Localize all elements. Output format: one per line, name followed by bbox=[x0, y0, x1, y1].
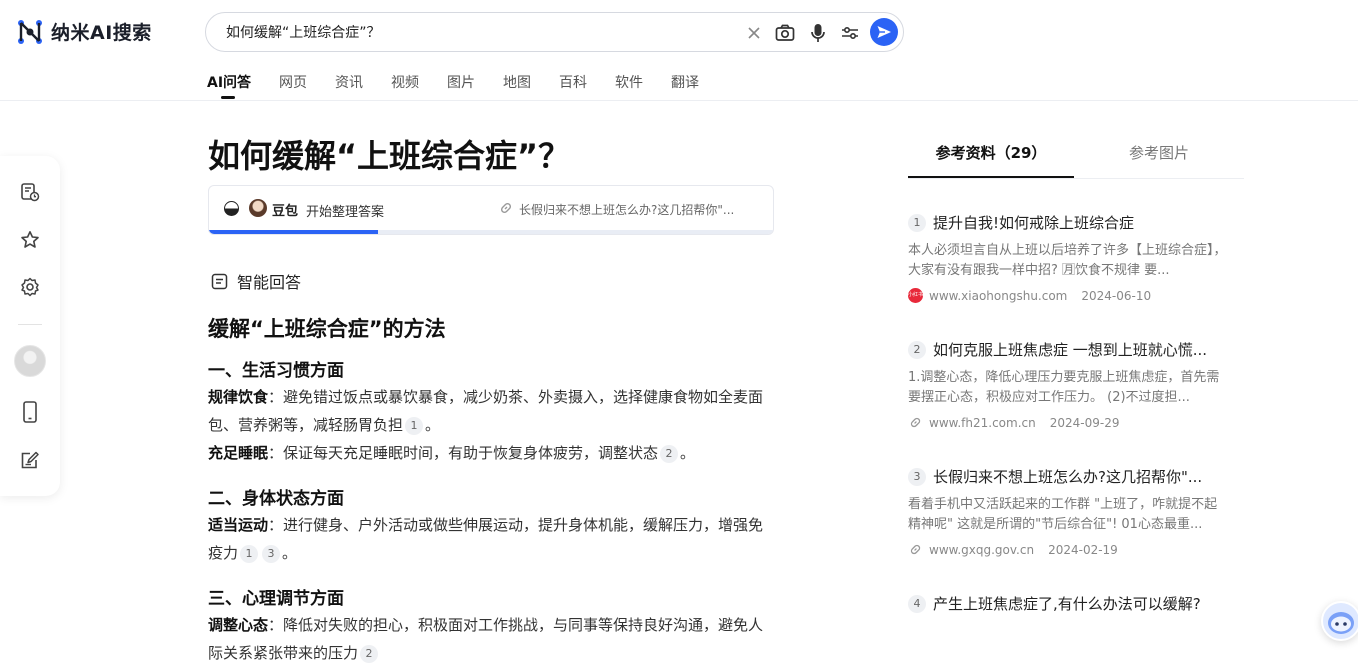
citation-badge[interactable]: 1 bbox=[240, 545, 259, 563]
tab-map[interactable]: 地图 bbox=[503, 72, 531, 100]
item-text: ：避免错过饭点或暴饮暴食，减少奶茶、外卖摄入，选择健康食物如全麦面包、营养粥等，… bbox=[208, 388, 764, 434]
reference-date: 2024-06-10 bbox=[1081, 288, 1152, 303]
item-term: 充足睡眠 bbox=[208, 444, 269, 462]
question-title: 如何缓解“上班综合症”？ bbox=[208, 137, 571, 175]
citation-badge[interactable]: 2 bbox=[360, 645, 379, 663]
history-icon[interactable] bbox=[19, 181, 41, 203]
send-button[interactable] bbox=[870, 18, 898, 46]
assistant-bot-icon[interactable] bbox=[1321, 601, 1358, 641]
tab-images[interactable]: 图片 bbox=[447, 72, 475, 100]
tab-software[interactable]: 软件 bbox=[615, 72, 643, 100]
progress-source-link[interactable]: 长假归来不想上班怎么办?这几招帮你"... bbox=[519, 201, 734, 218]
reference-site: www.xiaohongshu.com bbox=[929, 288, 1068, 303]
left-sidebar bbox=[0, 156, 60, 496]
tab-references[interactable]: 参考资料（29） bbox=[908, 131, 1074, 178]
model-name: 豆包 bbox=[272, 204, 299, 219]
search-box bbox=[205, 12, 904, 52]
model-avatar bbox=[249, 199, 267, 217]
reference-number: 3 bbox=[908, 467, 926, 486]
section-heading-body: 二、身体状态方面 bbox=[208, 489, 344, 509]
item-end: 。 bbox=[425, 416, 441, 434]
link-icon bbox=[908, 415, 923, 430]
citation-badge[interactable]: 2 bbox=[660, 445, 679, 463]
item-text: ：降低对失败的担心，积极面对工作挑战，与同事等保持良好沟通，避免人际关系紧张带来… bbox=[208, 616, 764, 662]
tab-ai-qa[interactable]: AI问答 bbox=[207, 72, 251, 100]
gear-icon[interactable] bbox=[19, 276, 41, 298]
item-term: 调整心态 bbox=[208, 616, 269, 634]
reference-item[interactable]: 1 提升自我!如何戒除上班综合症 本人必须坦言自从上班以后培养了许多【上班综合症】… bbox=[908, 212, 1228, 303]
reference-title[interactable]: 长假归来不想上班怎么办?这几招帮你"... bbox=[933, 466, 1202, 487]
mobile-phone-icon[interactable] bbox=[19, 401, 41, 423]
reference-date: 2024-09-29 bbox=[1049, 415, 1120, 430]
logo-text: 纳米AI搜索 bbox=[51, 22, 152, 44]
answer-progress-card: 豆包 开始整理答案 长假归来不想上班怎么办?这几招帮你"... bbox=[208, 185, 774, 235]
citation-badge[interactable]: 3 bbox=[262, 545, 281, 563]
avatar[interactable] bbox=[14, 345, 46, 377]
search-input[interactable] bbox=[226, 21, 726, 43]
tab-reference-images[interactable]: 参考图片 bbox=[1074, 131, 1244, 178]
reference-number: 2 bbox=[908, 340, 926, 359]
reference-site: www.gxqg.gov.cn bbox=[929, 542, 1035, 557]
header: 纳米AI搜索 AI问答 网页 资讯 视频 图片 地图 百科 软件 翻译 bbox=[0, 0, 1358, 101]
nami-logo-icon bbox=[18, 19, 42, 44]
tab-baike[interactable]: 百科 bbox=[559, 72, 587, 100]
logo[interactable]: 纳米AI搜索 bbox=[17, 18, 152, 45]
reference-title[interactable]: 如何克服上班焦虑症 一想到上班就心慌... bbox=[933, 339, 1207, 360]
camera-icon[interactable] bbox=[774, 22, 796, 44]
item-text: ：保证每天充足睡眠时间，有助于恢复身体疲劳，调整状态 bbox=[268, 444, 659, 462]
tab-translate[interactable]: 翻译 bbox=[671, 72, 699, 100]
reference-snippet: 看着手机中又活跃起来的工作群 "上班了，咋就提不起精神呢" 这就是所谓的"节后综… bbox=[908, 497, 1218, 532]
xiaohongshu-favicon: 小红书 bbox=[908, 288, 923, 303]
reference-snippet: 1.调整心态，降低心理压力要克服上班焦虑症，首先需要摆正心态，积极应对工作压力。… bbox=[908, 370, 1220, 405]
star-icon[interactable] bbox=[19, 229, 41, 251]
clear-icon[interactable] bbox=[743, 22, 765, 44]
link-icon bbox=[908, 542, 923, 557]
search-tabs: AI问答 网页 资讯 视频 图片 地图 百科 软件 翻译 bbox=[207, 72, 727, 100]
tab-web[interactable]: 网页 bbox=[279, 72, 307, 100]
answer-item: 调整心态：降低对失败的担心，积极面对工作挑战，与同事等保持良好沟通，避免人际关系… bbox=[208, 611, 773, 667]
filter-settings-icon[interactable] bbox=[839, 22, 861, 44]
citation-badge[interactable]: 1 bbox=[405, 417, 424, 435]
reference-item[interactable]: 3 长假归来不想上班怎么办?这几招帮你"... 看着手机中又活跃起来的工作群 "上… bbox=[908, 466, 1228, 557]
favicon-text: 小红书 bbox=[908, 292, 924, 298]
answer-item: 适当运动：进行健身、户外活动或做些伸展运动，提升身体机能，缓解压力，增强免疫力 1… bbox=[208, 511, 773, 567]
edit-note-icon[interactable] bbox=[19, 449, 41, 471]
reference-site: www.fh21.com.cn bbox=[929, 415, 1036, 430]
smart-answer-text: 智能回答 bbox=[237, 273, 302, 292]
reference-item[interactable]: 2 如何克服上班焦虑症 一想到上班就心慌... 1.调整心态，降低心理压力要克服上… bbox=[908, 339, 1228, 430]
section-heading-mind: 三、心理调节方面 bbox=[208, 589, 344, 609]
reference-snippet: 本人必须坦言自从上班以后培养了许多【上班综合症】，大家有没有跟我一样中招? 🈷饮… bbox=[908, 243, 1227, 278]
tab-video[interactable]: 视频 bbox=[391, 72, 419, 100]
item-term: 规律饮食 bbox=[208, 388, 269, 406]
sidebar-divider bbox=[18, 324, 42, 325]
tab-news[interactable]: 资讯 bbox=[335, 72, 363, 100]
link-icon bbox=[499, 200, 514, 215]
progress-bar-fill bbox=[209, 230, 379, 234]
reference-title[interactable]: 提升自我!如何戒除上班综合症 bbox=[933, 212, 1134, 233]
reference-number: 4 bbox=[908, 594, 926, 613]
item-end: 。 bbox=[282, 544, 298, 562]
progress-status: 开始整理答案 bbox=[306, 205, 385, 220]
reference-number: 1 bbox=[908, 213, 926, 232]
microphone-icon[interactable] bbox=[807, 22, 829, 44]
reference-tabs: 参考资料（29） 参考图片 bbox=[908, 131, 1244, 179]
item-term: 适当运动 bbox=[208, 516, 269, 534]
answer-heading: 缓解“上班综合症”的方法 bbox=[208, 317, 446, 341]
answer-item: 规律饮食：避免错过饭点或暴饮暴食，减少奶茶、外卖摄入，选择健康食物如全麦面包、营… bbox=[208, 383, 773, 439]
loading-indicator-icon bbox=[224, 201, 239, 216]
section-heading-habits: 一、生活习惯方面 bbox=[208, 361, 344, 381]
answer-item: 充足睡眠：保证每天充足睡眠时间，有助于恢复身体疲劳，调整状态 2。 bbox=[208, 439, 773, 467]
reference-date: 2024-02-19 bbox=[1048, 542, 1118, 557]
send-icon bbox=[877, 26, 891, 38]
reference-item[interactable]: 4 产生上班焦虑症了,有什么办法可以缓解? bbox=[908, 593, 1228, 614]
document-icon bbox=[211, 273, 228, 289]
reference-title[interactable]: 产生上班焦虑症了,有什么办法可以缓解? bbox=[933, 593, 1201, 614]
smart-answer-label: 智能回答 bbox=[211, 269, 301, 293]
item-end: 。 bbox=[680, 444, 696, 462]
